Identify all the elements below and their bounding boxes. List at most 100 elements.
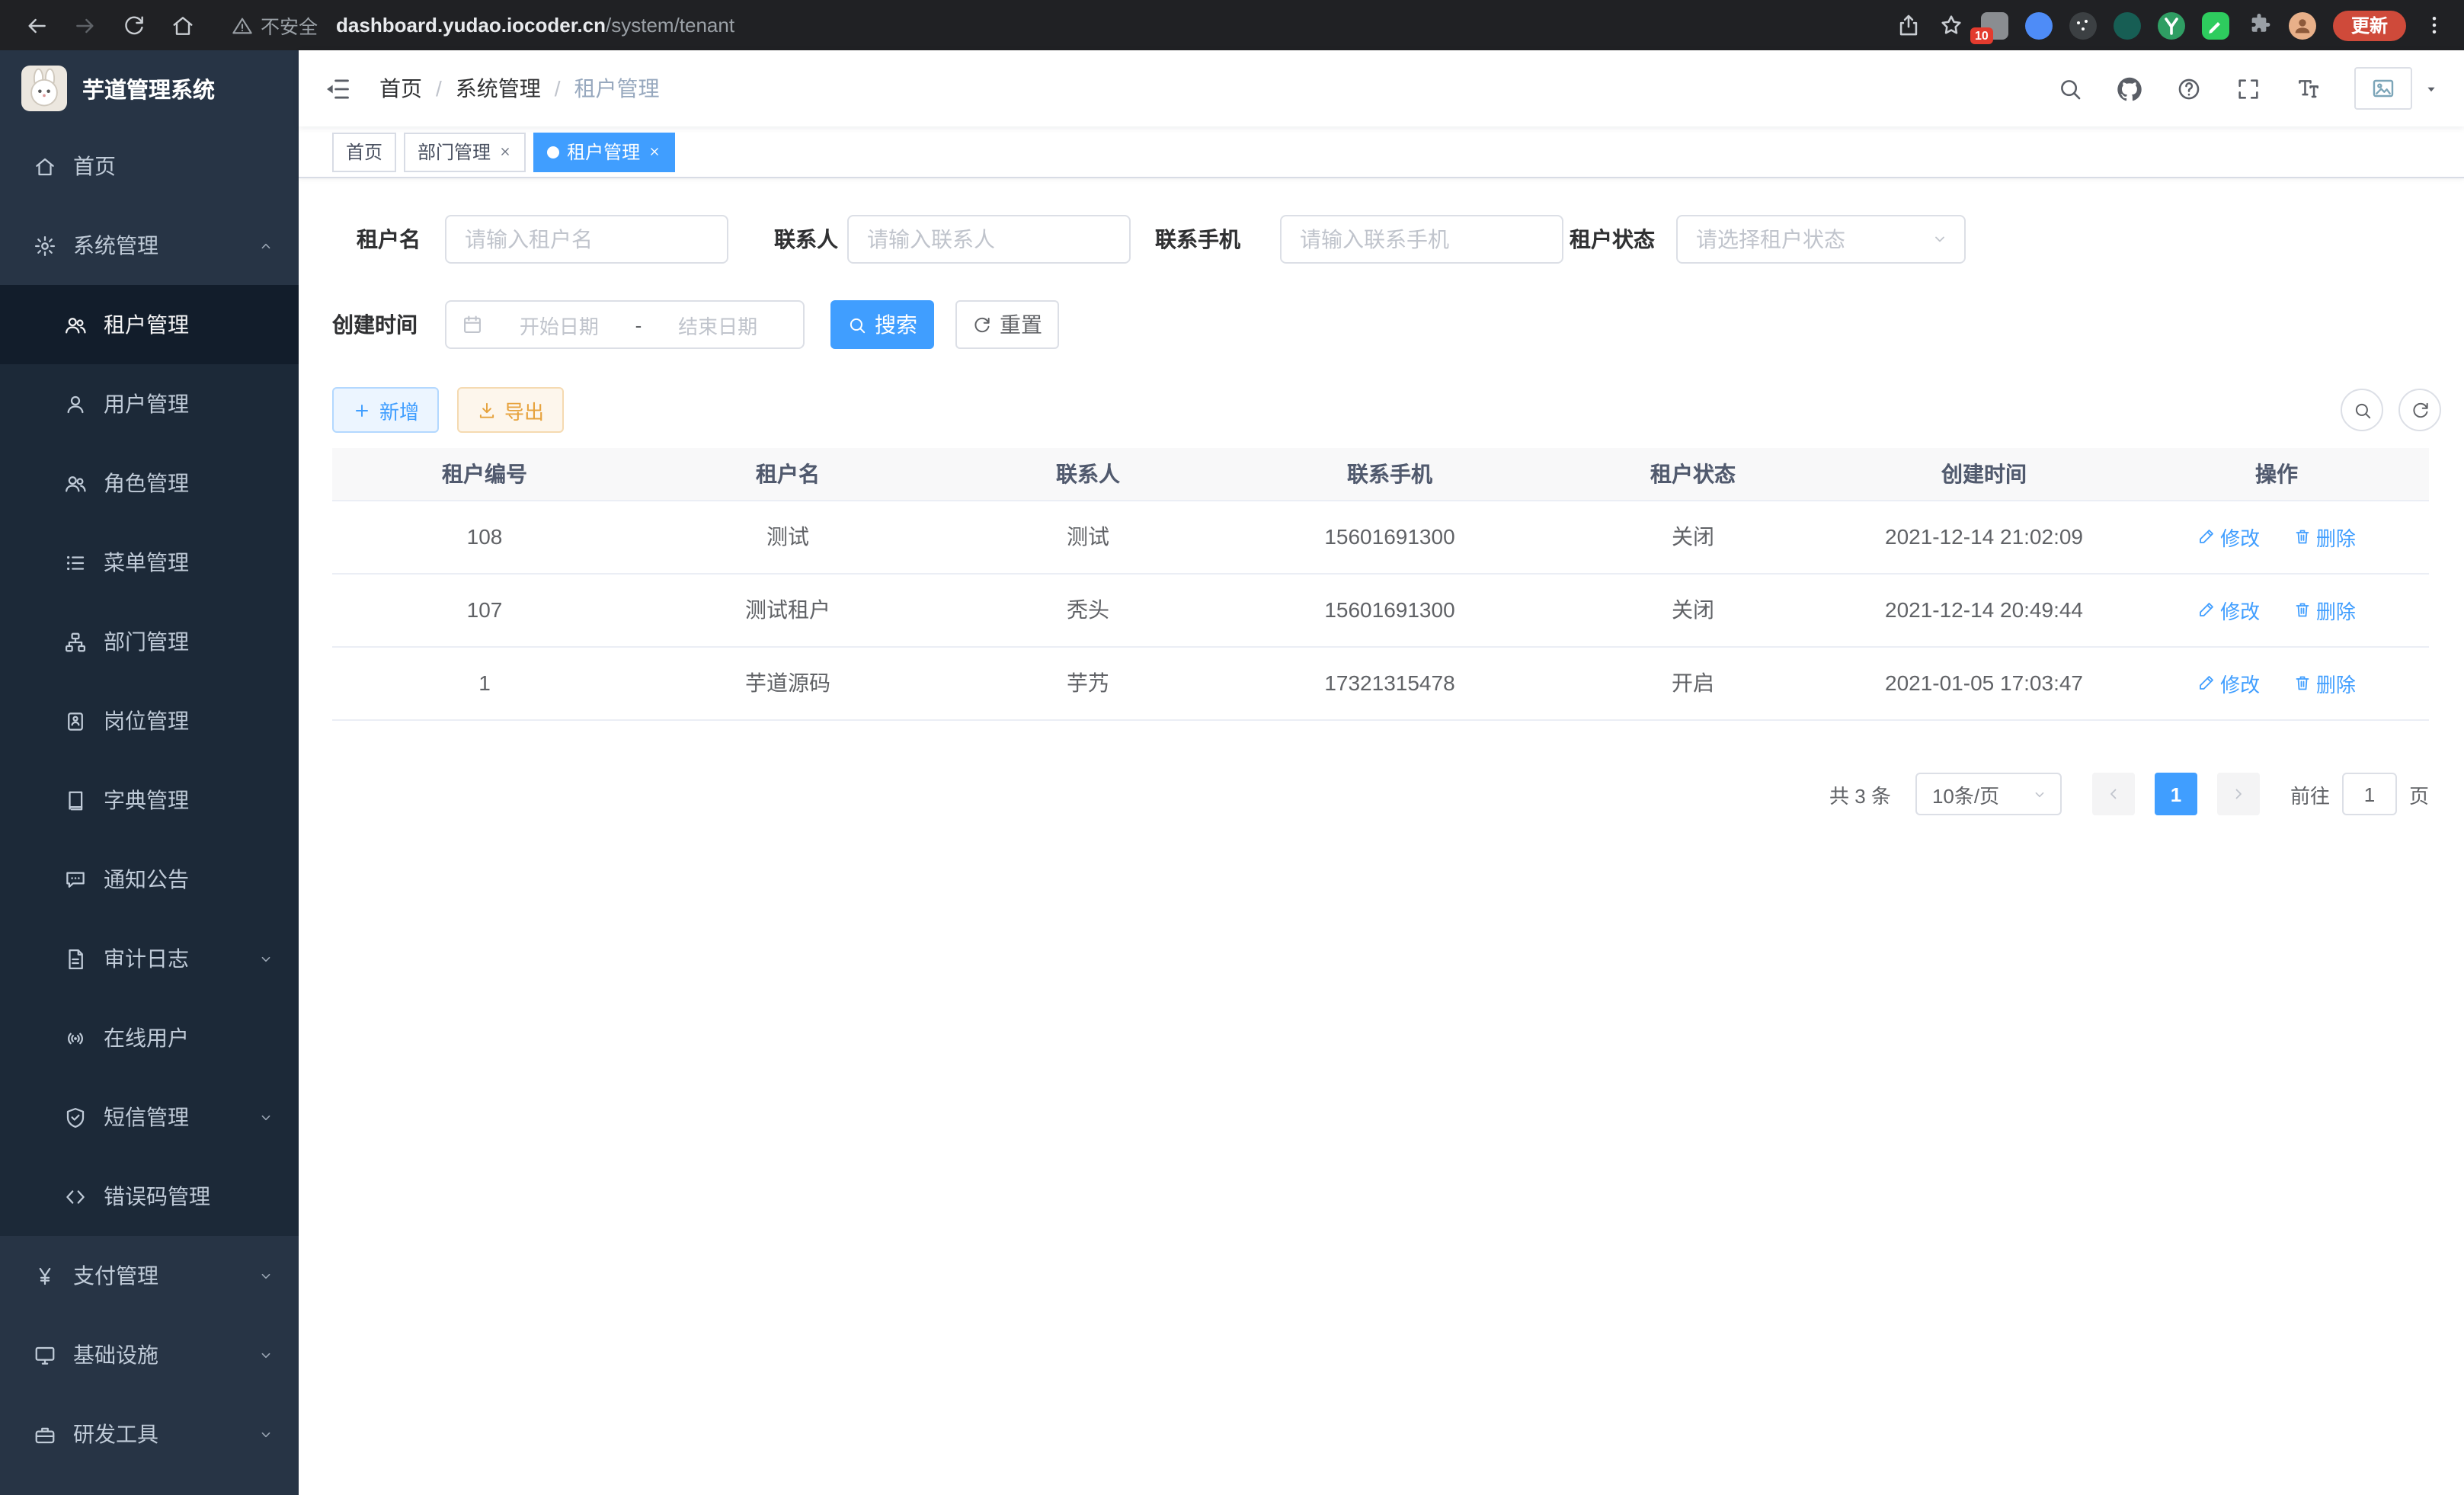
status-select[interactable]: 请选择租户状态 bbox=[1676, 215, 1966, 264]
browser-refresh-button[interactable] bbox=[116, 7, 152, 43]
goto-page-input[interactable] bbox=[2342, 773, 2397, 815]
app-logo[interactable]: 芋道管理系统 bbox=[0, 50, 299, 126]
sidebar-item-label: 字典管理 bbox=[104, 785, 189, 815]
user-avatar-dropdown[interactable] bbox=[2354, 67, 2440, 110]
tenant-name-input[interactable] bbox=[445, 215, 728, 264]
sidebar-item-post[interactable]: 岗位管理 bbox=[0, 681, 299, 760]
cell-contact: 秃头 bbox=[939, 573, 1237, 646]
sidebar-collapse-icon[interactable] bbox=[323, 74, 352, 103]
url-bar[interactable]: dashboard.yudao.iocoder.cn/system/tenant bbox=[336, 14, 734, 37]
refresh-icon bbox=[2410, 400, 2430, 420]
add-button[interactable]: 新增 bbox=[332, 387, 439, 433]
sidebar-item-menu[interactable]: 菜单管理 bbox=[0, 523, 299, 602]
url-domain: dashboard.yudao.iocoder.cn bbox=[336, 14, 606, 37]
export-button[interactable]: 导出 bbox=[457, 387, 564, 433]
cell-status: 开启 bbox=[1542, 646, 1844, 719]
extensions-puzzle-icon[interactable] bbox=[2246, 12, 2272, 38]
security-chip[interactable]: 不安全 bbox=[232, 11, 318, 40]
tag-tenant-active[interactable]: 租户管理 bbox=[533, 132, 675, 171]
extension-blue[interactable] bbox=[2025, 11, 2053, 39]
close-icon[interactable] bbox=[498, 145, 512, 158]
browser-home-button[interactable] bbox=[165, 7, 201, 43]
bookmark-star-icon[interactable] bbox=[1938, 12, 1964, 38]
browser-menu-icon[interactable] bbox=[2423, 12, 2446, 38]
tag-home[interactable]: 首页 bbox=[332, 132, 396, 171]
create-time-range-picker[interactable]: 开始日期 - 结束日期 bbox=[445, 300, 805, 349]
sidebar-item-sms[interactable]: 短信管理 bbox=[0, 1077, 299, 1157]
refresh-table-button[interactable] bbox=[2398, 389, 2441, 431]
pencil-chat-icon bbox=[2202, 11, 2229, 39]
security-label: 不安全 bbox=[261, 11, 318, 40]
browser-profile-avatar[interactable] bbox=[2289, 11, 2316, 39]
tenant-name-label: 租户名 bbox=[357, 215, 421, 264]
browser-back-button[interactable] bbox=[18, 7, 55, 43]
sidebar-item-dashboard[interactable]: 首页 bbox=[0, 126, 299, 206]
search-button[interactable]: 搜索 bbox=[830, 300, 934, 349]
sidebar-item-online-user[interactable]: 在线用户 bbox=[0, 998, 299, 1077]
contact-input[interactable] bbox=[847, 215, 1131, 264]
delete-label: 删除 bbox=[2316, 595, 2356, 624]
extension-dark-globe[interactable] bbox=[2069, 11, 2097, 39]
sidebar-item-role[interactable]: 角色管理 bbox=[0, 443, 299, 523]
tag-dept[interactable]: 部门管理 bbox=[404, 132, 526, 171]
fullscreen-icon[interactable] bbox=[2235, 75, 2261, 101]
edit-link[interactable]: 修改 bbox=[2197, 668, 2260, 697]
tag-label: 首页 bbox=[346, 139, 382, 165]
breadcrumb-separator: / bbox=[436, 76, 442, 101]
code-icon bbox=[64, 1185, 87, 1208]
toggle-search-button[interactable] bbox=[2341, 389, 2383, 431]
question-icon[interactable] bbox=[2176, 75, 2202, 101]
user-avatar bbox=[2354, 67, 2412, 110]
edit-link[interactable]: 修改 bbox=[2197, 595, 2260, 624]
sidebar-item-infrastructure[interactable]: 基础设施 bbox=[0, 1315, 299, 1394]
chevron-down-icon bbox=[258, 1109, 274, 1125]
breadcrumb-separator: / bbox=[555, 76, 561, 101]
page-number-button[interactable]: 1 bbox=[2155, 773, 2197, 815]
sidebar-item-notice[interactable]: 通知公告 bbox=[0, 840, 299, 919]
next-page-button[interactable] bbox=[2217, 773, 2260, 815]
sidebar-item-devtools[interactable]: 研发工具 bbox=[0, 1394, 299, 1474]
edit-label: 修改 bbox=[2220, 668, 2260, 697]
delete-link[interactable]: 删除 bbox=[2293, 595, 2356, 624]
edit-link[interactable]: 修改 bbox=[2197, 522, 2260, 551]
chrome-update-button[interactable]: 更新 bbox=[2333, 10, 2406, 40]
extension-dark-green[interactable] bbox=[2114, 11, 2141, 39]
table-row: 108 测试 测试 15601691300 关闭 2021-12-14 21:0… bbox=[332, 500, 2429, 573]
home-icon bbox=[171, 13, 195, 37]
browser-forward-button[interactable] bbox=[67, 7, 104, 43]
font-size-icon[interactable] bbox=[2295, 75, 2321, 101]
user-icon bbox=[64, 392, 87, 415]
log-icon bbox=[64, 947, 87, 970]
chevron-down-icon bbox=[258, 950, 274, 967]
prev-page-button[interactable] bbox=[2092, 773, 2135, 815]
sidebar-item-audit-log[interactable]: 审计日志 bbox=[0, 919, 299, 998]
sidebar-item-system[interactable]: 系统管理 bbox=[0, 206, 299, 285]
navbar-actions bbox=[2057, 67, 2464, 110]
delete-link[interactable]: 删除 bbox=[2293, 522, 2356, 551]
end-date-placeholder: 结束日期 bbox=[648, 310, 788, 339]
sidebar-item-dict[interactable]: 字典管理 bbox=[0, 760, 299, 840]
y-letter-icon bbox=[2158, 11, 2185, 39]
cell-tenant-id: 108 bbox=[332, 500, 637, 573]
breadcrumb-home[interactable]: 首页 bbox=[379, 73, 422, 104]
page-size-select[interactable]: 10条/页 bbox=[1915, 773, 2062, 815]
close-icon[interactable] bbox=[648, 145, 661, 158]
mobile-input[interactable] bbox=[1280, 215, 1563, 264]
reset-button[interactable]: 重置 bbox=[955, 300, 1059, 349]
tag-label: 部门管理 bbox=[418, 139, 491, 165]
sidebar-item-user[interactable]: 用户管理 bbox=[0, 364, 299, 443]
breadcrumb-system[interactable]: 系统管理 bbox=[456, 73, 541, 104]
search-icon[interactable] bbox=[2057, 75, 2083, 101]
delete-link[interactable]: 删除 bbox=[2293, 668, 2356, 697]
edit-label: 修改 bbox=[2220, 595, 2260, 624]
sidebar-item-dept[interactable]: 部门管理 bbox=[0, 602, 299, 681]
extension-chat[interactable] bbox=[2202, 11, 2229, 39]
chevron-down-icon bbox=[258, 1267, 274, 1284]
sidebar-item-errorcode[interactable]: 错误码管理 bbox=[0, 1157, 299, 1236]
extension-adblock[interactable]: 10 bbox=[1981, 11, 2008, 39]
github-icon[interactable] bbox=[2117, 75, 2142, 101]
share-icon[interactable] bbox=[1896, 12, 1922, 38]
extension-green-y[interactable] bbox=[2158, 11, 2185, 39]
sidebar-item-tenant[interactable]: 租户管理 bbox=[0, 285, 299, 364]
sidebar-item-payment[interactable]: 支付管理 bbox=[0, 1236, 299, 1315]
